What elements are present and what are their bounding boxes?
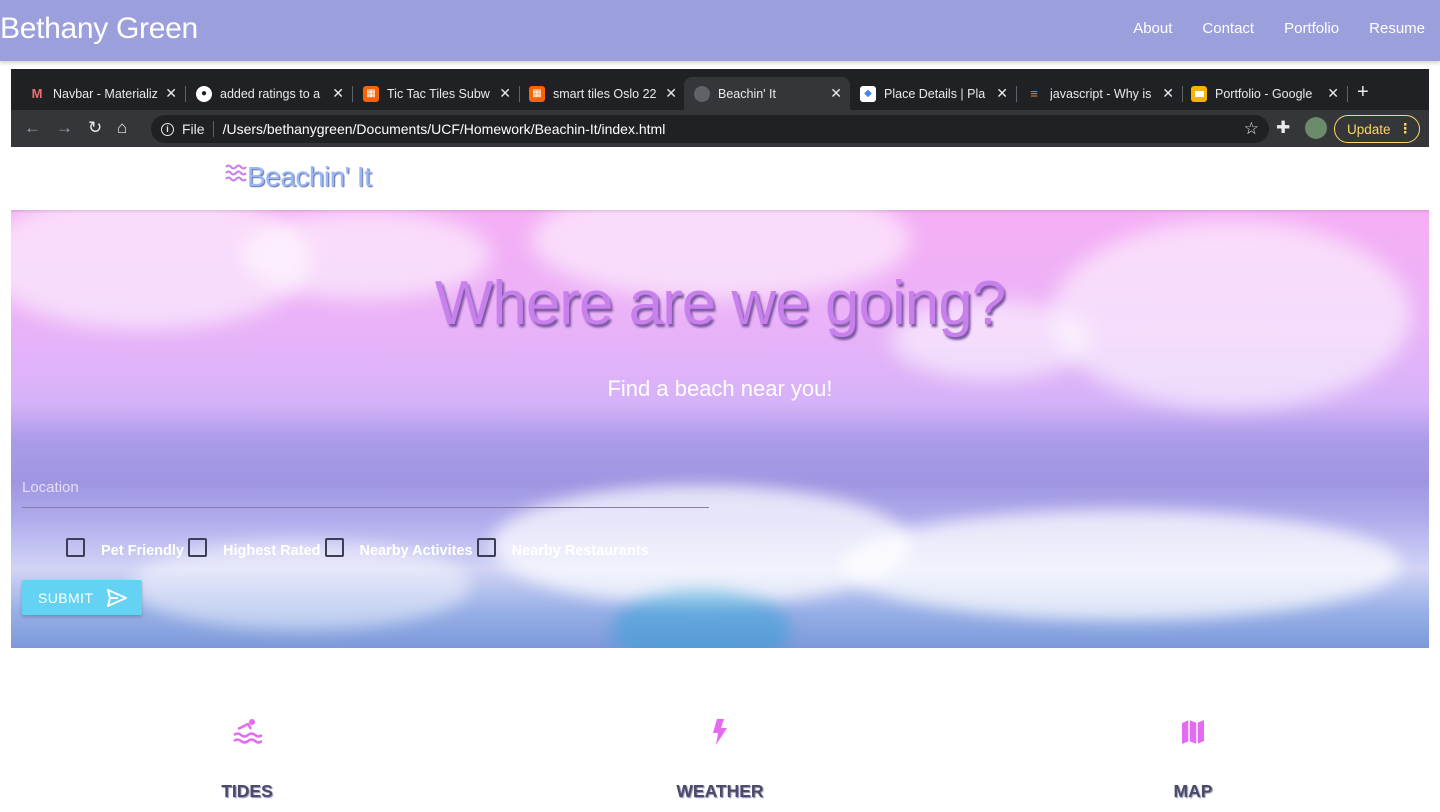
filter-checkboxes: Pet Friendly Highest Rated Nearby Activi…	[66, 535, 653, 559]
project-screenshot: M Navbar - Materializ ✕ ● added ratings …	[11, 69, 1429, 812]
google-slides-icon	[1191, 85, 1207, 102]
tab-title: Beachin' It	[718, 86, 776, 101]
info-icon[interactable]: i	[161, 122, 174, 136]
tab-title: Navbar - Materializ	[53, 86, 158, 101]
pet-friendly-checkbox[interactable]	[66, 537, 85, 557]
nearby-restaurants-label[interactable]: Nearby Restaurants	[512, 543, 649, 559]
browser-tab[interactable]: ≡ javascript - Why is ✕	[1016, 77, 1183, 110]
app-navbar: Beachin' It	[11, 147, 1429, 210]
waves-icon	[225, 164, 247, 182]
close-icon[interactable]: ✕	[1162, 85, 1174, 102]
feature-tides: TIDES	[97, 717, 397, 802]
map-icon	[1182, 720, 1204, 744]
tab-title: javascript - Why is	[1050, 86, 1152, 101]
extensions-icon[interactable]: ✚	[1276, 118, 1290, 138]
browser-tab-strip: M Navbar - Materializ ✕ ● added ratings …	[11, 69, 1429, 110]
update-label: Update	[1347, 121, 1391, 137]
feature-label: TIDES	[221, 781, 273, 801]
highest-rated-label[interactable]: Highest Rated	[223, 543, 321, 559]
nav-link-portfolio[interactable]: Portfolio	[1284, 20, 1339, 37]
kebab-menu-icon[interactable]: ⋮	[1399, 121, 1413, 137]
materialize-icon: M	[31, 86, 43, 101]
new-tab-icon[interactable]: +	[1357, 81, 1369, 104]
nearby-restaurants-checkbox[interactable]	[476, 537, 496, 557]
send-icon	[107, 588, 128, 607]
address-scheme: File	[182, 121, 214, 137]
close-icon[interactable]: ✕	[1327, 85, 1339, 102]
close-icon[interactable]: ✕	[165, 85, 177, 102]
feature-label: WEATHER	[676, 781, 764, 801]
address-url[interactable]: /Users/bethanygreen/Documents/UCF/Homewo…	[223, 121, 666, 137]
submit-button[interactable]: SUBMIT	[22, 580, 142, 615]
feature-label: MAP	[1173, 781, 1213, 801]
logo-text: Beachin' It	[247, 161, 372, 192]
tab-title: Tic Tac Tiles Subw	[387, 86, 490, 101]
lightning-icon	[713, 719, 727, 745]
site-nav-links: About Contact Portfolio Resume	[1133, 20, 1425, 37]
close-icon[interactable]: ✕	[499, 85, 511, 102]
close-icon[interactable]: ✕	[996, 85, 1008, 102]
github-icon: ●	[196, 85, 212, 102]
home-depot-icon: ▦	[529, 85, 545, 102]
nav-link-resume[interactable]: Resume	[1369, 20, 1425, 37]
tab-title: added ratings to a	[220, 86, 321, 101]
feature-map: MAP	[1043, 717, 1343, 802]
submit-label: SUBMIT	[38, 589, 94, 606]
highest-rated-checkbox[interactable]	[188, 537, 207, 557]
browser-tab[interactable]: ◆ Place Details | Pla ✕	[850, 77, 1017, 110]
browser-tab[interactable]: ● added ratings to a ✕	[186, 77, 353, 110]
portfolio-navbar: Bethany Green About Contact Portfolio Re…	[0, 0, 1440, 61]
nearby-activites-label[interactable]: Nearby Activites	[360, 543, 473, 559]
hero-subtitle: Find a beach near you!	[607, 376, 833, 401]
tab-title: Place Details | Pla	[884, 86, 986, 101]
back-icon[interactable]: ←	[24, 118, 41, 138]
nearby-activites-checkbox[interactable]	[324, 537, 344, 557]
wave-foam	[841, 510, 1401, 620]
pet-friendly-label[interactable]: Pet Friendly	[101, 543, 184, 559]
address-bar[interactable]: i File /Users/bethanygreen/Documents/UCF…	[151, 115, 1269, 143]
browser-tab[interactable]: ▦ Tic Tac Tiles Subw ✕	[353, 77, 520, 110]
location-input[interactable]: Location	[22, 478, 709, 508]
browser-tab[interactable]: Portfolio - Google ✕	[1181, 77, 1348, 110]
nav-link-about[interactable]: About	[1133, 20, 1172, 37]
browser-toolbar: ← → ↻ ⌂ i File /Users/bethanygreen/Docum…	[11, 110, 1429, 147]
pool-icon	[233, 719, 262, 744]
browser-tab[interactable]: M Navbar - Materializ ✕	[19, 77, 186, 110]
tab-title: Portfolio - Google	[1215, 86, 1313, 101]
tab-title: smart tiles Oslo 22	[553, 86, 657, 101]
close-icon[interactable]: ✕	[332, 85, 344, 102]
stackoverflow-icon: ≡	[1030, 86, 1038, 101]
close-icon[interactable]: ✕	[665, 85, 677, 102]
home-depot-icon: ▦	[363, 85, 379, 102]
update-button[interactable]: Update ⋮	[1334, 115, 1420, 143]
avatar[interactable]	[1305, 117, 1327, 139]
hero-section: Where are we going? Find a beach near yo…	[11, 210, 1429, 648]
feature-weather: WEATHER	[570, 717, 870, 802]
app-logo[interactable]: Beachin' It	[225, 161, 372, 193]
reload-icon[interactable]: ↻	[88, 118, 102, 138]
google-maps-icon: ◆	[860, 85, 876, 102]
site-brand[interactable]: Bethany Green	[0, 12, 198, 46]
hero-title: Where are we going?	[434, 269, 1006, 338]
browser-tab[interactable]: ▦ smart tiles Oslo 22 ✕	[519, 77, 685, 110]
globe-icon	[694, 85, 710, 102]
bookmark-star-icon[interactable]: ☆	[1244, 119, 1259, 139]
browser-tab-active[interactable]: Beachin' It ✕	[684, 77, 850, 110]
close-icon[interactable]: ✕	[830, 85, 842, 102]
home-icon[interactable]: ⌂	[117, 118, 127, 138]
forward-icon[interactable]: →	[56, 118, 73, 138]
nav-link-contact[interactable]: Contact	[1202, 20, 1254, 37]
tab-divider	[1347, 86, 1348, 102]
